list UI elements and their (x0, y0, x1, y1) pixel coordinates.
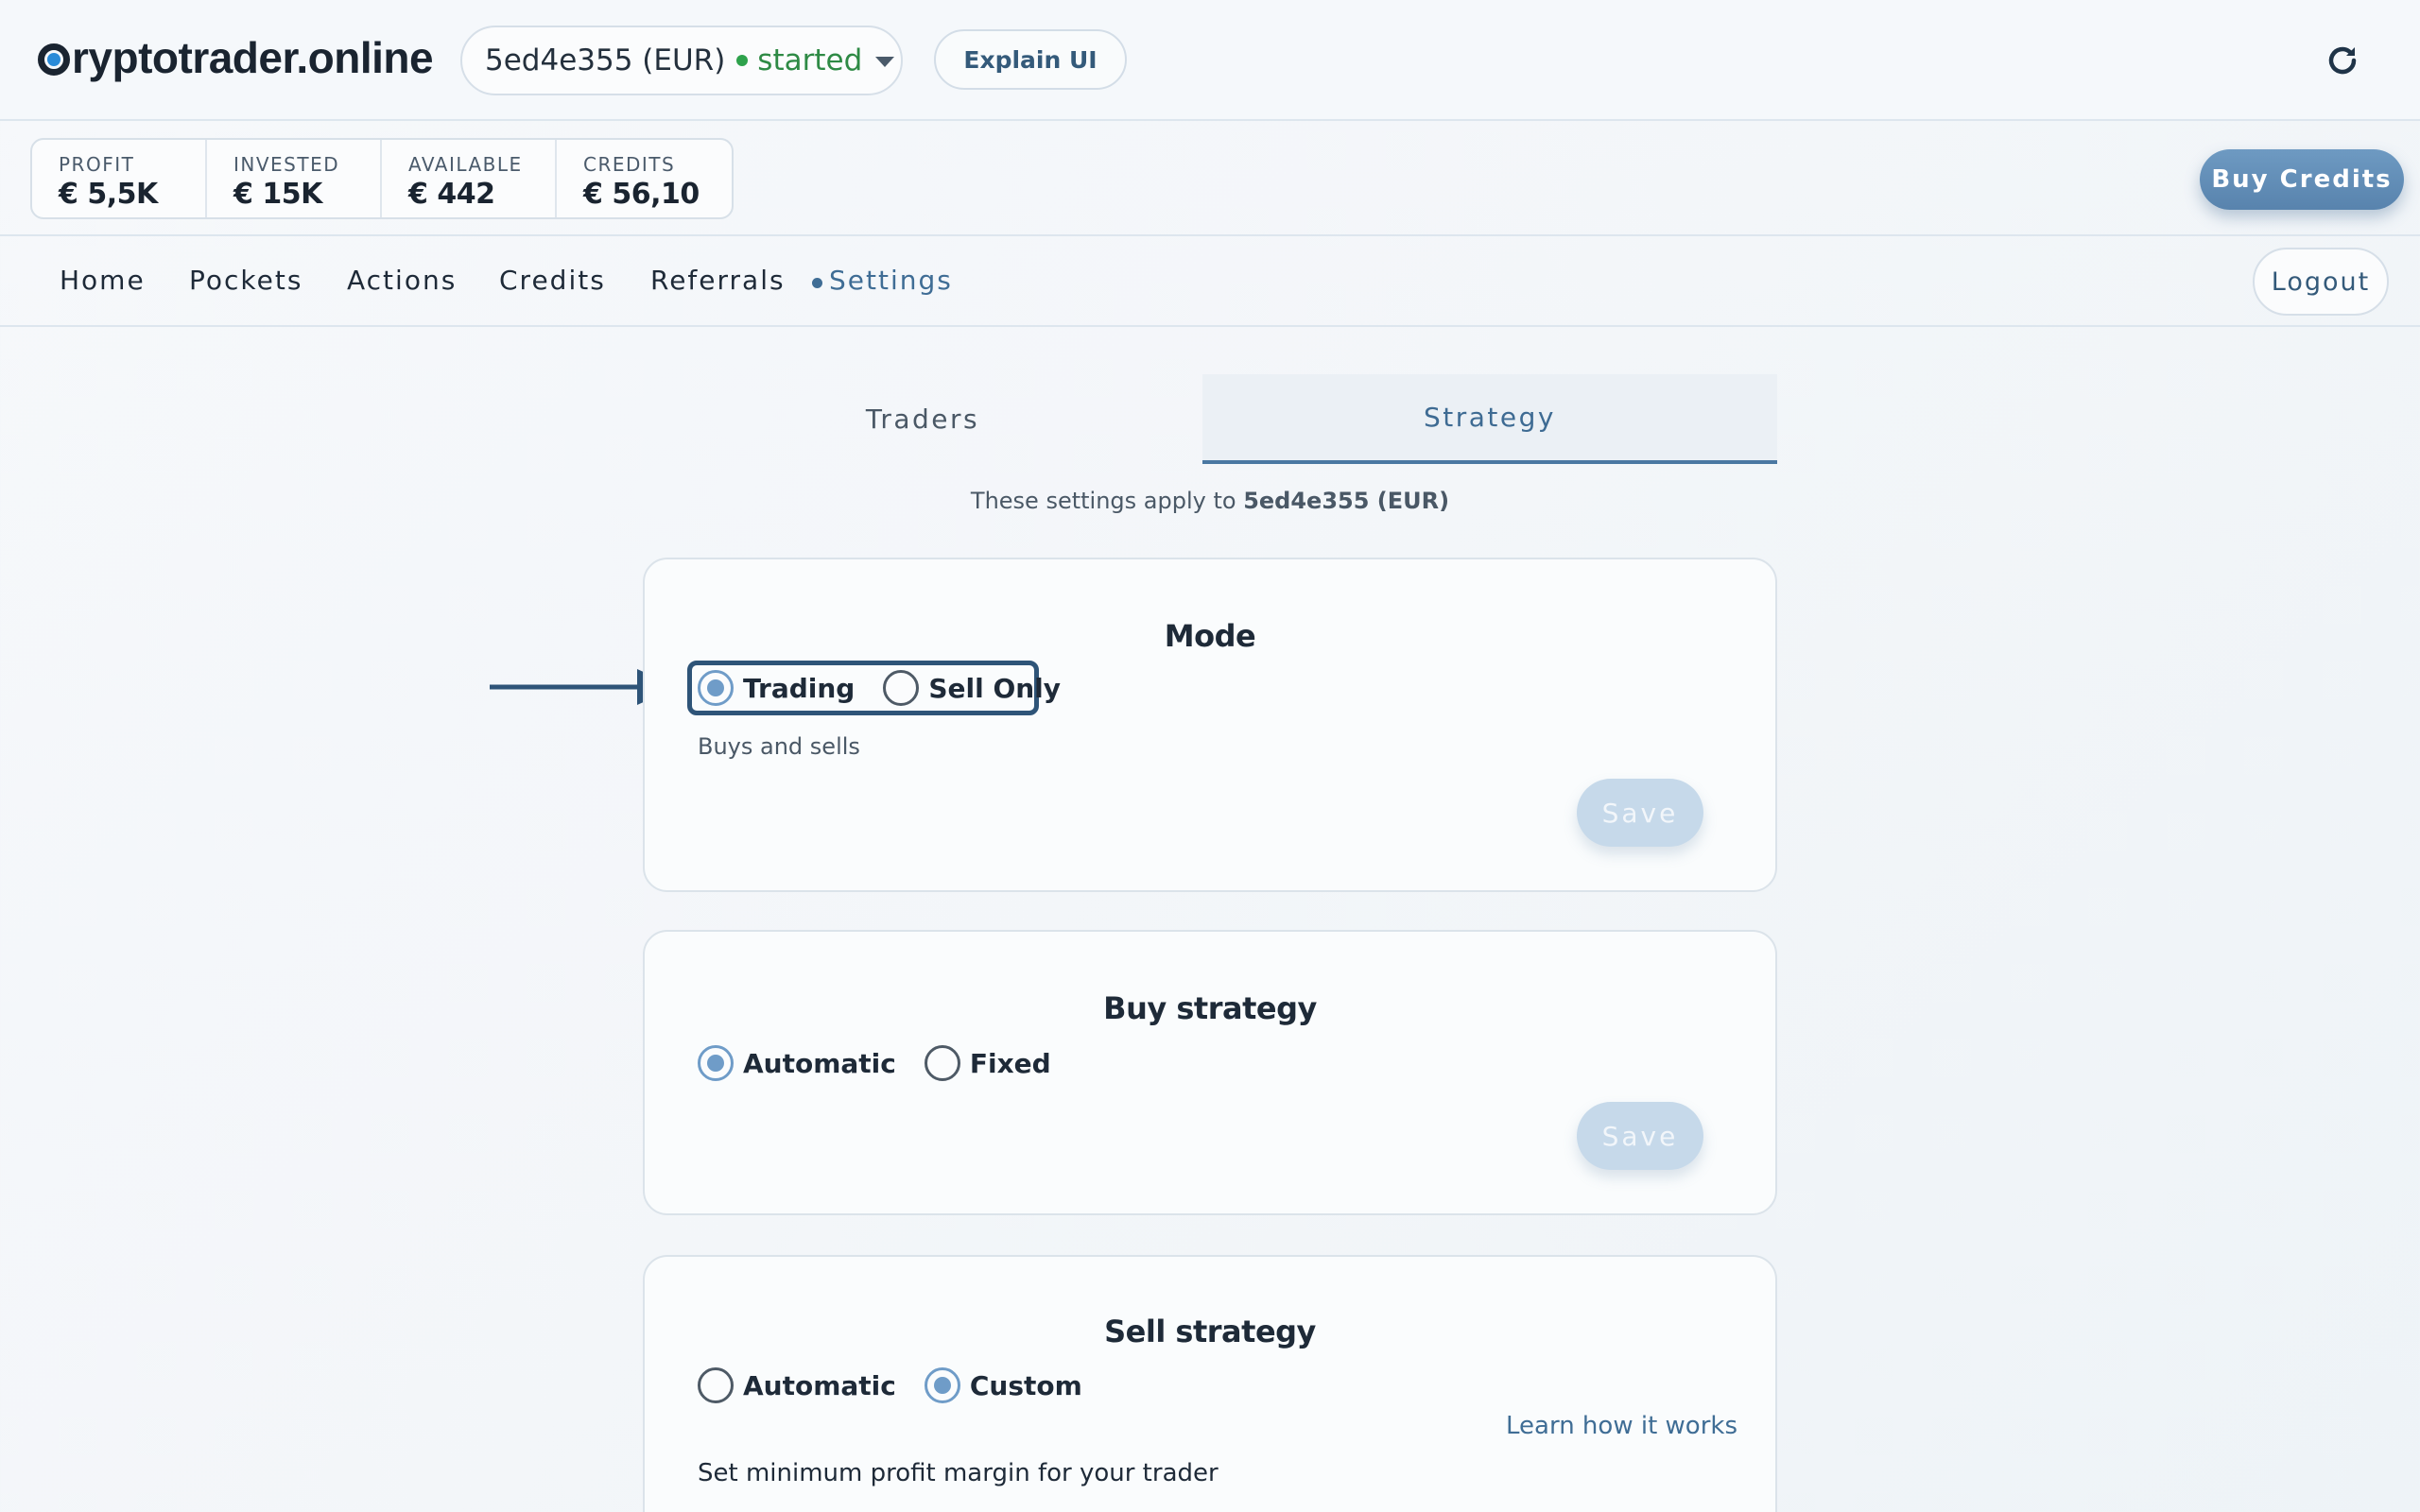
mode-card: Mode Trading Sell Only Buys and sells Sa… (643, 558, 1777, 892)
nav-item-credits[interactable]: Credits (499, 265, 606, 296)
stat-value: € 56,10 (583, 178, 700, 211)
mode-radio-group: Trading Sell Only (698, 670, 1089, 706)
chevron-down-icon (875, 56, 895, 67)
nav-item-home[interactable]: Home (60, 265, 146, 296)
tab-strategy[interactable]: Strategy (1202, 374, 1777, 464)
buy-strategy-card: Buy strategy Automatic Fixed Save (643, 930, 1777, 1215)
stat-available: AVAILABLE € 442 (382, 140, 557, 217)
buy-credits-button[interactable]: Buy Credits (2200, 149, 2404, 210)
sell-option-automatic[interactable]: Automatic (698, 1367, 896, 1403)
radio-unchecked-icon[interactable] (698, 1367, 734, 1403)
mode-option-trading[interactable]: Trading (698, 670, 855, 706)
radio-checked-icon[interactable] (698, 1045, 734, 1081)
main-nav: Home Pockets Actions Credits Referrals S… (0, 238, 2420, 327)
mode-title: Mode (1164, 618, 1256, 654)
radio-unchecked-icon[interactable] (924, 1045, 960, 1081)
mode-option-sell-only[interactable]: Sell Only (883, 670, 1061, 706)
status-dot-icon (736, 55, 749, 66)
logout-button[interactable]: Logout (2253, 248, 2389, 316)
scope-note-trader: 5ed4e355 (EUR) (1243, 488, 1450, 514)
radio-unchecked-icon[interactable] (883, 670, 920, 706)
sell-strategy-helper-text: Set minimum profit margin for your trade… (698, 1459, 1219, 1487)
sell-strategy-title: Sell strategy (1104, 1314, 1316, 1349)
radio-label: Automatic (743, 1047, 896, 1079)
mode-save-button[interactable]: Save (1577, 779, 1703, 847)
buy-strategy-save-button[interactable]: Save (1577, 1102, 1703, 1170)
tab-traders[interactable]: Traders (643, 374, 1202, 464)
scope-note-prefix: These settings apply to (970, 488, 1236, 514)
buy-strategy-radio-group: Automatic Fixed (698, 1045, 1080, 1081)
learn-how-it-works-link[interactable]: Learn how it works (1506, 1412, 1737, 1440)
sell-option-custom[interactable]: Custom (924, 1367, 1082, 1403)
stat-profit: PROFIT € 5,5K (32, 140, 207, 217)
nav-item-referrals[interactable]: Referrals (650, 265, 786, 296)
logo-text: ryptotrader.online (72, 33, 434, 82)
settings-scope-note: These settings apply to 5ed4e355 (EUR) (643, 488, 1777, 514)
mode-helper-text: Buys and sells (698, 733, 860, 760)
nav-item-pockets[interactable]: Pockets (189, 265, 302, 296)
stat-label: AVAILABLE (408, 153, 523, 176)
trader-status: started (757, 43, 863, 77)
stat-label: PROFIT (59, 153, 135, 176)
top-header: ryptotrader.online 5ed4e355 (EUR) starte… (0, 0, 2420, 121)
logo-icon (38, 43, 70, 76)
stat-label: CREDITS (583, 153, 676, 176)
app-logo[interactable]: ryptotrader.online (38, 32, 434, 83)
stat-label: INVESTED (233, 153, 340, 176)
stat-value: € 5,5K (59, 178, 158, 211)
nav-item-actions[interactable]: Actions (347, 265, 457, 296)
stats-panel: PROFIT € 5,5K INVESTED € 15K AVAILABLE €… (30, 138, 734, 219)
nav-item-settings[interactable]: Settings (829, 265, 953, 296)
stats-bar: PROFIT € 5,5K INVESTED € 15K AVAILABLE €… (0, 123, 2420, 236)
trader-selector[interactable]: 5ed4e355 (EUR) started (460, 26, 903, 95)
radio-label: Custom (969, 1369, 1082, 1401)
explain-ui-button[interactable]: Explain UI (934, 29, 1127, 90)
stat-value: € 442 (408, 178, 495, 211)
buy-option-automatic[interactable]: Automatic (698, 1045, 896, 1081)
radio-label: Automatic (743, 1369, 896, 1401)
sell-strategy-card: Sell strategy Automatic Custom Learn how… (643, 1255, 1777, 1512)
radio-label: Fixed (969, 1047, 1051, 1079)
trader-id: 5ed4e355 (EUR) (485, 43, 726, 77)
sell-strategy-radio-group: Automatic Custom (698, 1367, 1111, 1403)
stat-value: € 15K (233, 178, 322, 211)
radio-label: Trading (743, 672, 856, 704)
buy-strategy-title: Buy strategy (1103, 990, 1317, 1026)
stat-credits: CREDITS € 56,10 (557, 140, 732, 217)
radio-checked-icon[interactable] (698, 670, 734, 706)
stat-invested: INVESTED € 15K (207, 140, 382, 217)
active-indicator-icon (812, 278, 822, 288)
buy-option-fixed[interactable]: Fixed (924, 1045, 1051, 1081)
refresh-icon[interactable] (2324, 42, 2361, 79)
radio-label: Sell Only (928, 672, 1062, 704)
radio-checked-icon[interactable] (924, 1367, 960, 1403)
